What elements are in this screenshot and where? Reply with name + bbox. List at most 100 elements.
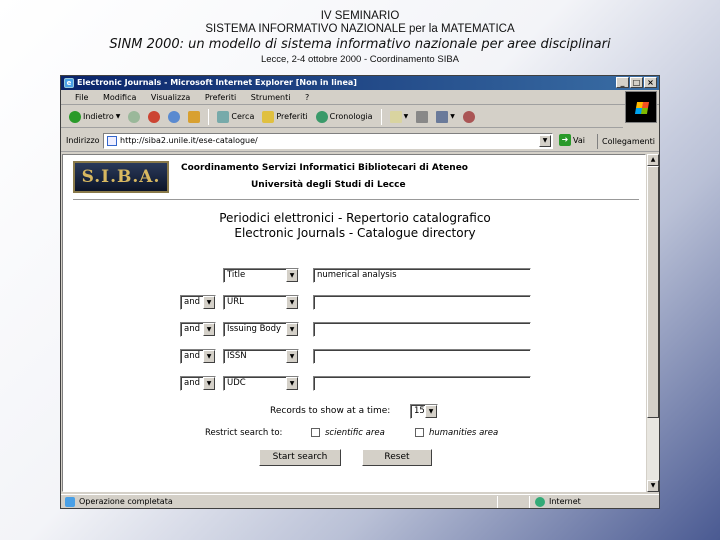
operator-select-value: and — [184, 351, 200, 361]
history-button[interactable]: Cronologia — [314, 108, 375, 126]
operator-select[interactable]: and ▼ — [180, 322, 216, 337]
operator-select-value: and — [184, 378, 200, 388]
scroll-down-button[interactable]: ▼ — [647, 480, 659, 492]
chevron-down-icon: ▼ — [203, 323, 215, 336]
search-term-input[interactable] — [313, 295, 531, 310]
start-search-button[interactable]: Start search — [259, 449, 341, 466]
vertical-scrollbar[interactable]: ▲ ▼ — [647, 154, 659, 492]
field-select[interactable]: Issuing Body ▼ — [223, 322, 299, 337]
search-term-input[interactable] — [313, 349, 531, 364]
scientific-area-checkbox[interactable] — [311, 428, 320, 437]
field-select[interactable]: URL ▼ — [223, 295, 299, 310]
university-name: Università degli Studi di Lecce — [251, 180, 406, 190]
refresh-button[interactable] — [166, 108, 182, 126]
back-arrow-icon — [69, 110, 81, 123]
siba-logo[interactable]: S.I.B.A. — [73, 161, 169, 193]
status-separator — [529, 496, 530, 508]
close-button[interactable]: × — [644, 77, 657, 88]
search-row: Title ▼ numerical analysis — [63, 268, 645, 284]
scroll-up-button[interactable]: ▲ — [647, 154, 659, 166]
chevron-down-icon: ▼ — [286, 269, 298, 282]
back-button[interactable]: Indietro ▼ — [67, 108, 122, 126]
messenger-icon — [462, 110, 475, 123]
search-row: and ▼ Issuing Body ▼ — [63, 322, 645, 338]
chevron-down-icon: ▼ — [203, 296, 215, 309]
humanities-area-label: humanities area — [429, 428, 499, 438]
search-term-input[interactable] — [313, 322, 531, 337]
home-button[interactable] — [186, 108, 202, 126]
messenger-button[interactable] — [461, 108, 477, 126]
links-label: Collegamenti — [602, 137, 655, 146]
operator-select[interactable]: and ▼ — [180, 295, 216, 310]
seminar-title: IV SEMINARIO — [320, 10, 400, 22]
search-row: and ▼ ISSN ▼ — [63, 349, 645, 365]
history-icon — [315, 110, 328, 123]
status-separator — [497, 496, 498, 508]
search-button[interactable]: Cerca — [215, 108, 256, 126]
print-button[interactable] — [414, 108, 430, 126]
chevron-down-icon: ▼ — [286, 350, 298, 363]
stop-button[interactable] — [146, 108, 162, 126]
seminar-location: Lecce, 2-4 ottobre 2000 - Coordinamento … — [260, 54, 460, 65]
search-term-input[interactable]: numerical analysis — [313, 268, 531, 283]
address-dropdown-button[interactable]: ▼ — [539, 135, 551, 147]
favorites-icon — [262, 110, 275, 123]
ie-icon: e — [64, 78, 74, 88]
operator-select[interactable]: and ▼ — [180, 376, 216, 391]
humanities-area-checkbox[interactable] — [415, 428, 424, 437]
go-label: Vai — [573, 135, 585, 145]
reset-button[interactable]: Reset — [362, 449, 432, 466]
records-select[interactable]: 15 ▼ — [410, 404, 438, 419]
menu-favorites[interactable]: Preferiti — [205, 93, 236, 102]
search-term-value: numerical analysis — [317, 270, 397, 280]
records-label: Records to show at a time: — [270, 406, 391, 416]
address-label: Indirizzo — [66, 136, 100, 145]
menu-help[interactable]: ? — [305, 93, 309, 102]
field-select[interactable]: Title ▼ — [223, 268, 299, 283]
minimize-button[interactable]: _ — [616, 77, 629, 88]
chevron-down-icon: ▼ — [203, 350, 215, 363]
search-label: Cerca — [231, 112, 255, 121]
windows-logo-throbber — [625, 91, 657, 123]
search-term-input[interactable] — [313, 376, 531, 391]
window-titlebar[interactable]: e Electronic Journals - Microsoft Intern… — [61, 76, 659, 90]
favorites-button[interactable]: Preferiti — [260, 108, 309, 126]
records-select-value: 15 — [414, 406, 425, 416]
menu-tools[interactable]: Strumenti — [251, 93, 291, 102]
seminar-topic: SINM 2000: un modello di sistema informa… — [109, 37, 611, 52]
field-select-value: UDC — [227, 378, 246, 388]
field-select-value: URL — [227, 297, 244, 307]
operator-select-value: and — [184, 297, 200, 307]
window-title: Electronic Journals - Microsoft Internet… — [77, 78, 357, 87]
go-arrow-icon: ➜ — [559, 134, 571, 146]
operator-select[interactable]: and ▼ — [180, 349, 216, 364]
field-select-value: Title — [227, 270, 246, 280]
chevron-down-icon: ▼ — [403, 113, 409, 120]
address-input[interactable]: http://siba2.unile.it/ese-catalogue/ ▼ — [103, 133, 553, 149]
divider — [73, 199, 639, 200]
go-button[interactable]: ➜ Vai — [559, 134, 585, 146]
links-button[interactable]: Collegamenti » — [597, 134, 659, 161]
back-label: Indietro — [83, 112, 114, 121]
menu-file[interactable]: File — [75, 93, 88, 102]
field-select[interactable]: UDC ▼ — [223, 376, 299, 391]
slide-header: IV SEMINARIO SISTEMA INFORMATIVO NAZIONA… — [0, 9, 720, 66]
menu-edit[interactable]: Modifica — [103, 93, 136, 102]
page-title-english: Electronic Journals - Catalogue director… — [234, 226, 476, 240]
menu-view[interactable]: Visualizza — [151, 93, 190, 102]
edit-button[interactable]: ▼ — [434, 108, 457, 126]
status-text: Operazione completata — [79, 497, 173, 506]
scroll-thumb[interactable] — [647, 166, 659, 418]
zone-text: Internet — [549, 497, 581, 506]
stop-icon — [148, 110, 161, 123]
restrict-label: Restrict search to: — [205, 428, 283, 438]
mail-button[interactable]: ▼ — [388, 108, 411, 126]
browser-window: e Electronic Journals - Microsoft Intern… — [60, 75, 660, 509]
forward-button[interactable] — [126, 108, 142, 126]
field-select[interactable]: ISSN ▼ — [223, 349, 299, 364]
mail-icon — [389, 110, 402, 123]
page-title-italian: Periodici elettronici - Repertorio catal… — [219, 211, 491, 225]
maximize-button[interactable]: □ — [630, 77, 643, 88]
edit-icon — [436, 110, 449, 123]
chevron-down-icon: ▼ — [425, 405, 437, 418]
